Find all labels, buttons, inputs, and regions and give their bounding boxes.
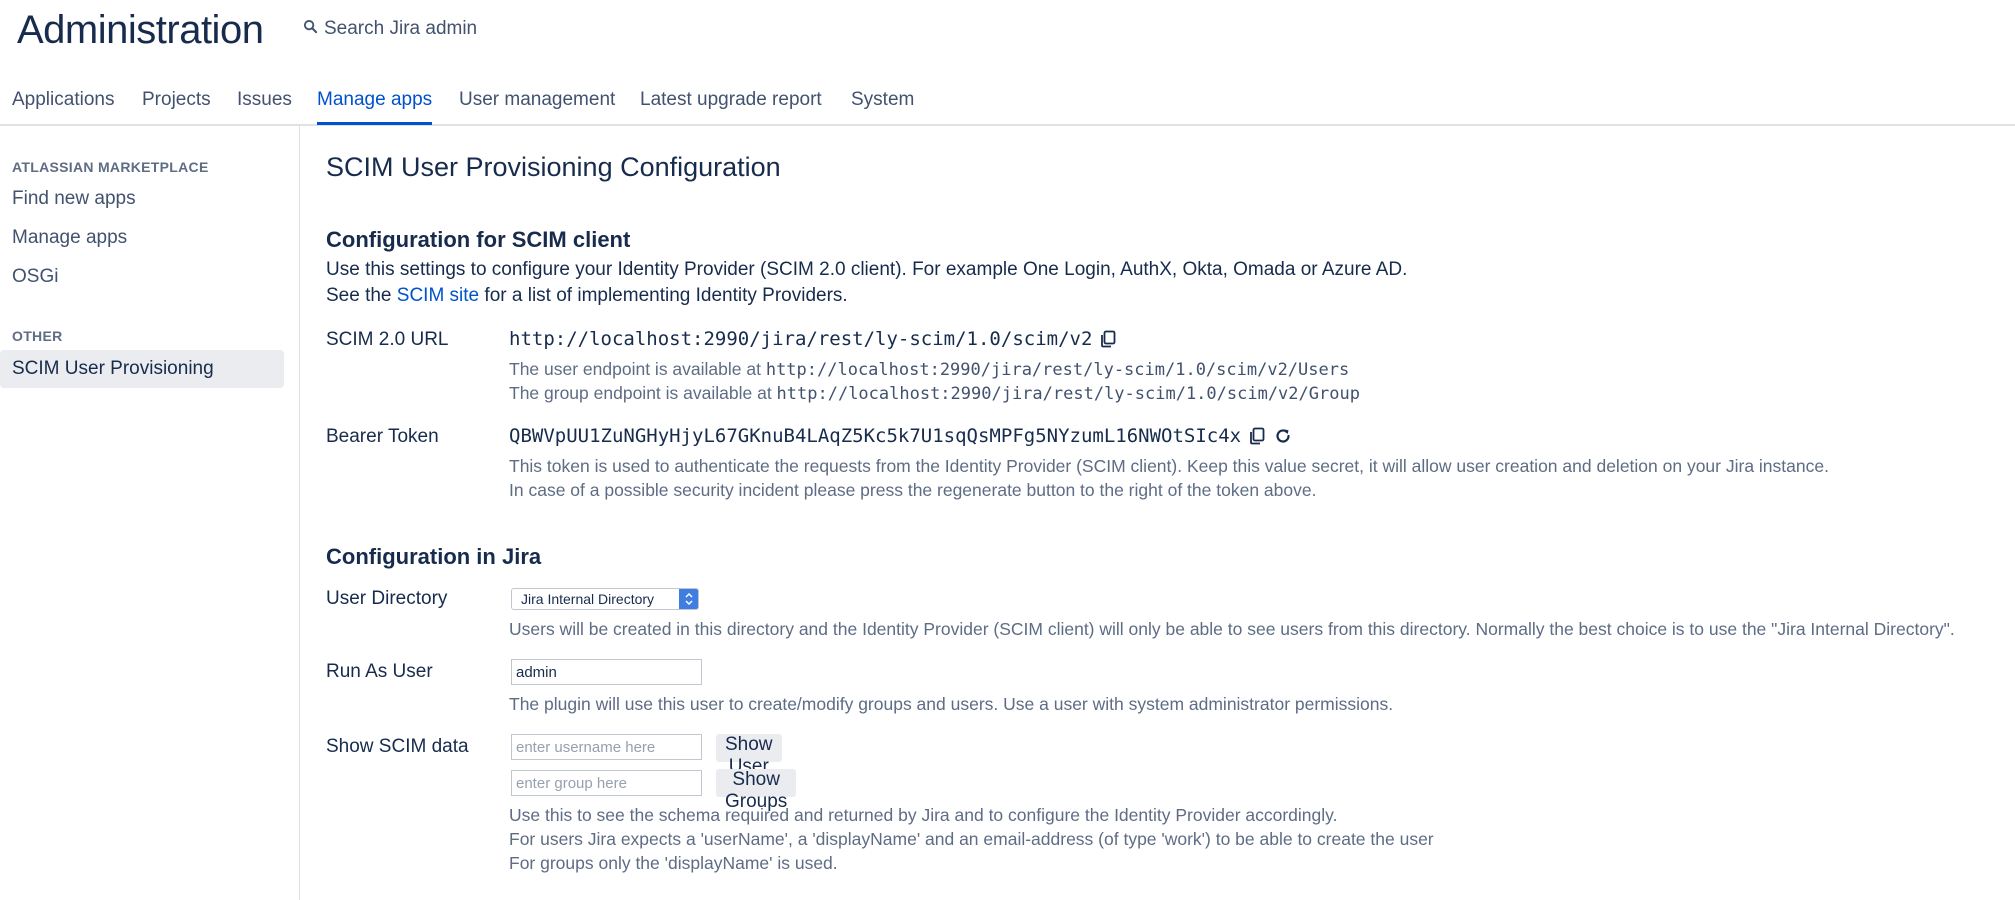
copy-url-icon[interactable] (1098, 329, 1118, 349)
admin-tabs: Applications Projects Issues Manage apps… (0, 82, 2015, 126)
user-directory-select[interactable]: Jira Internal Directory (511, 588, 699, 610)
group-input[interactable] (511, 770, 702, 796)
show-desc-line2: For users Jira expects a 'userName', a '… (509, 829, 1434, 849)
sidebar: ATLASSIAN MARKETPLACE Find new apps Mana… (0, 126, 300, 900)
show-user-button[interactable]: Show User (716, 734, 782, 777)
intro-prefix: See the (326, 285, 397, 306)
main-title: SCIM User Provisioning Configuration (326, 152, 781, 182)
show-scim-data-label: Show SCIM data (326, 736, 469, 757)
user-endpoint-desc: The user endpoint is available at http:/… (509, 359, 1349, 380)
select-arrows-icon (679, 589, 698, 609)
tab-latest-upgrade-report[interactable]: Latest upgrade report (640, 89, 822, 122)
sidebar-item-find-new-apps[interactable]: Find new apps (12, 188, 136, 210)
tab-issues[interactable]: Issues (237, 89, 292, 122)
scim-site-link[interactable]: SCIM site (397, 285, 479, 306)
run-as-user-label: Run As User (326, 661, 433, 682)
run-as-user-input[interactable] (511, 659, 702, 685)
search-label: Search Jira admin (324, 18, 478, 39)
search-jira-admin[interactable]: Search Jira admin (303, 16, 477, 42)
client-section-heading: Configuration for SCIM client (326, 227, 631, 252)
show-desc-line3: For groups only the 'displayName' is use… (509, 853, 838, 873)
group-endpoint-prefix: The group endpoint is available at (509, 383, 777, 403)
user-endpoint-url: http://localhost:2990/jira/rest/ly-scim/… (765, 360, 1350, 380)
tab-manage-apps[interactable]: Manage apps (317, 89, 433, 125)
scim-url-value: http://localhost:2990/jira/rest/ly-scim/… (509, 328, 1093, 350)
jira-section-heading: Configuration in Jira (326, 544, 542, 569)
token-desc-line2: In case of a possible security incident … (509, 480, 1317, 500)
sidebar-item-osgi[interactable]: OSGi (12, 266, 58, 288)
intro-suffix: for a list of implementing Identity Prov… (479, 285, 848, 306)
tab-projects[interactable]: Projects (142, 89, 211, 122)
user-directory-label: User Directory (326, 588, 448, 609)
user-directory-desc: Users will be created in this directory … (509, 619, 1955, 639)
sidebar-heading-marketplace: ATLASSIAN MARKETPLACE (12, 159, 209, 175)
token-desc-line1: This token is used to authenticate the r… (509, 456, 1829, 476)
tab-system[interactable]: System (851, 89, 914, 122)
copy-token-icon[interactable] (1247, 426, 1267, 446)
run-as-user-desc: The plugin will use this user to create/… (509, 694, 1394, 714)
page-title: Administration (17, 8, 264, 52)
tab-user-management[interactable]: User management (459, 89, 615, 122)
scim-url-label: SCIM 2.0 URL (326, 329, 449, 350)
show-desc-line1: Use this to see the schema required and … (509, 805, 1338, 825)
user-endpoint-prefix: The user endpoint is available at (509, 359, 766, 379)
client-intro-line1: Use this settings to configure your Iden… (326, 259, 1408, 280)
bearer-token-value: QBWVpUU1ZuNGHyHjyL67GKnuB4LAqZ5Kc5k7U1sq… (509, 425, 1242, 447)
client-intro-line2: See the SCIM site for a list of implemen… (326, 285, 848, 307)
show-groups-button[interactable]: Show Groups (716, 769, 797, 812)
bearer-token-row: QBWVpUU1ZuNGHyHjyL67GKnuB4LAqZ5Kc5k7U1sq… (509, 425, 1293, 447)
user-directory-value: Jira Internal Directory (521, 591, 655, 607)
regenerate-token-icon[interactable] (1273, 426, 1293, 446)
sidebar-item-scim-user-provisioning[interactable]: SCIM User Provisioning (0, 350, 284, 388)
tab-applications[interactable]: Applications (12, 89, 114, 122)
sidebar-heading-other: OTHER (12, 328, 63, 344)
group-endpoint-url: http://localhost:2990/jira/rest/ly-scim/… (776, 384, 1360, 404)
search-icon (303, 19, 318, 39)
group-endpoint-desc: The group endpoint is available at http:… (509, 383, 1360, 404)
username-input[interactable] (511, 734, 702, 760)
scim-url-row: http://localhost:2990/jira/rest/ly-scim/… (509, 328, 1118, 350)
bearer-token-label: Bearer Token (326, 426, 439, 447)
sidebar-item-manage-apps[interactable]: Manage apps (12, 227, 127, 249)
